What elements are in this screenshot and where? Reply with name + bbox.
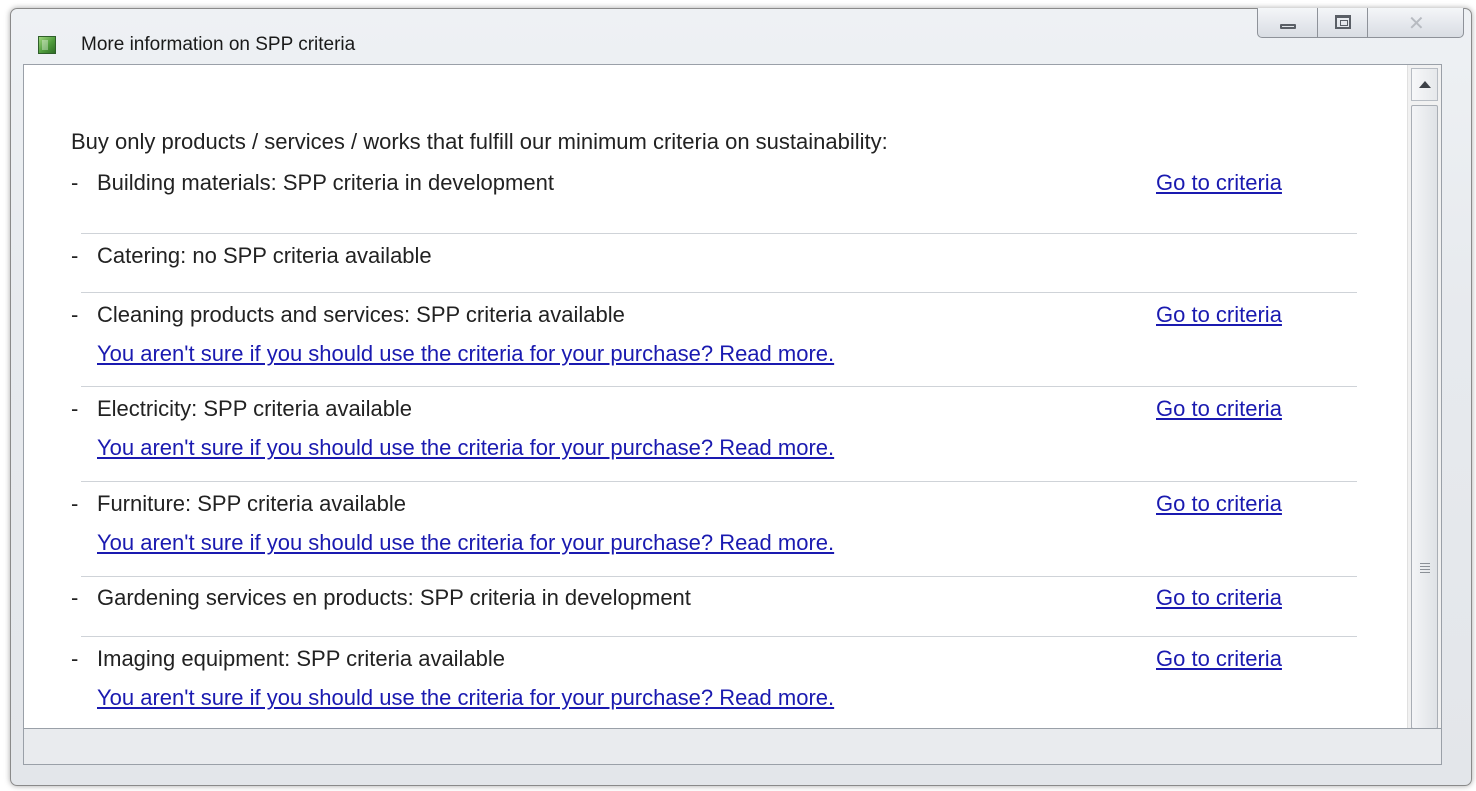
window-controls: ✕ bbox=[1257, 8, 1464, 38]
green-book-icon bbox=[38, 36, 56, 54]
go-to-criteria-link[interactable]: Go to criteria bbox=[1156, 585, 1282, 611]
row-separator bbox=[81, 292, 1357, 293]
list-dash: - bbox=[71, 491, 79, 516]
item-label: Cleaning products and services: SPP crit… bbox=[97, 302, 625, 327]
go-to-criteria-link[interactable]: Go to criteria bbox=[1156, 170, 1282, 196]
list-dash: - bbox=[71, 170, 79, 195]
dialog-footer bbox=[23, 729, 1442, 765]
go-to-criteria-link[interactable]: Go to criteria bbox=[1156, 491, 1282, 517]
window-title: More information on SPP criteria bbox=[81, 34, 356, 55]
read-more-link[interactable]: You aren't sure if you should use the cr… bbox=[97, 530, 834, 556]
list-dash: - bbox=[71, 585, 79, 610]
item-label: Furniture: SPP criteria available bbox=[97, 491, 406, 516]
list-dash: - bbox=[71, 646, 79, 671]
list-dash: - bbox=[71, 396, 79, 421]
grip-icon bbox=[1420, 563, 1430, 564]
close-icon: ✕ bbox=[1408, 11, 1425, 35]
close-button[interactable]: ✕ bbox=[1367, 8, 1464, 38]
row-separator bbox=[81, 576, 1357, 577]
row-separator bbox=[81, 386, 1357, 387]
list-dash: - bbox=[71, 243, 79, 268]
intro-text: Buy only products / services / works tha… bbox=[71, 129, 888, 154]
item-label: Catering: no SPP criteria available bbox=[97, 243, 432, 268]
item-label: Electricity: SPP criteria available bbox=[97, 396, 413, 421]
item-label: Building materials: SPP criteria in deve… bbox=[97, 170, 554, 195]
item-label: Imaging equipment: SPP criteria availabl… bbox=[97, 646, 506, 671]
go-to-criteria-link[interactable]: Go to criteria bbox=[1156, 302, 1282, 328]
item-label: Gardening services en products: SPP crit… bbox=[97, 585, 691, 610]
maximize-icon bbox=[1335, 15, 1351, 29]
row-separator bbox=[81, 636, 1357, 637]
read-more-link[interactable]: You aren't sure if you should use the cr… bbox=[97, 341, 834, 367]
read-more-link[interactable]: You aren't sure if you should use the cr… bbox=[97, 435, 834, 461]
list-dash: - bbox=[71, 302, 79, 327]
row-separator bbox=[81, 481, 1357, 482]
criteria-content-panel: Buy only products / services / works tha… bbox=[23, 64, 1442, 729]
go-to-criteria-link[interactable]: Go to criteria bbox=[1156, 396, 1282, 422]
maximize-button[interactable] bbox=[1317, 8, 1367, 38]
minimize-icon bbox=[1280, 24, 1296, 29]
go-to-criteria-link[interactable]: Go to criteria bbox=[1156, 646, 1282, 672]
vertical-scrollbar[interactable] bbox=[1407, 65, 1441, 728]
scroll-up-arrow-icon[interactable] bbox=[1411, 68, 1438, 101]
row-separator bbox=[81, 233, 1357, 234]
scroll-thumb[interactable] bbox=[1411, 105, 1438, 728]
read-more-link[interactable]: You aren't sure if you should use the cr… bbox=[97, 685, 834, 711]
minimize-button[interactable] bbox=[1257, 8, 1317, 38]
